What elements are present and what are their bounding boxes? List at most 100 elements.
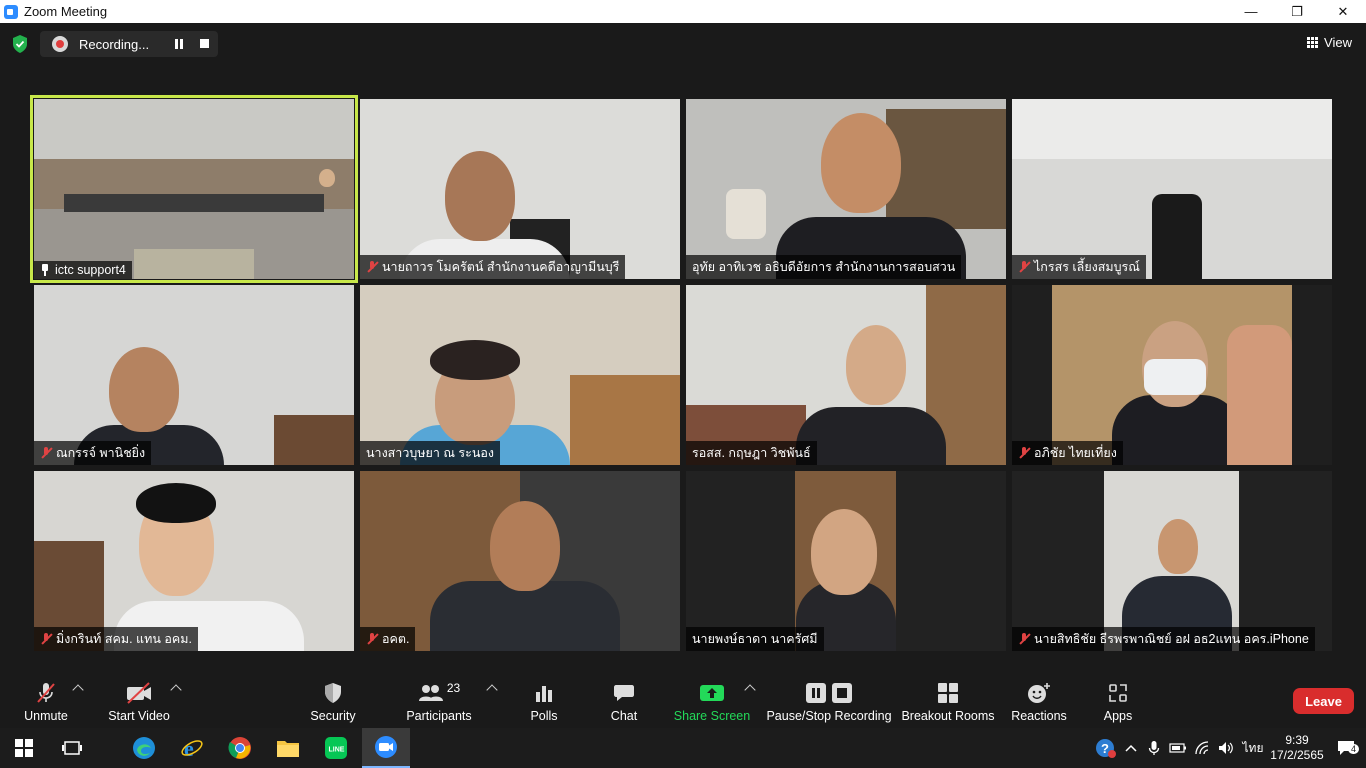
participants-button[interactable]: 23 Participants [404, 672, 474, 728]
chevron-up-icon[interactable] [1120, 744, 1142, 752]
video-tile[interactable]: รอสส. กฤษฎา วิชพันธ์ [686, 285, 1006, 465]
recording-icon [52, 36, 68, 52]
windows-taskbar: e LINE ? ไทย 9:39 17/2/2565 4 [0, 728, 1366, 768]
file-explorer-icon[interactable] [264, 728, 312, 768]
share-screen-button[interactable]: Share Screen [674, 672, 750, 728]
pause-stop-recording-label: Pause/Stop Recording [766, 709, 892, 723]
view-button[interactable]: View [1307, 35, 1352, 50]
start-video-button[interactable]: Start Video [104, 672, 174, 728]
participant-name: รอสส. กฤษฎา วิชพันธ์ [692, 446, 811, 460]
participant-name-tag: นายถาวร โมครัตน์ สำนักงานคดีอาญามีนบุรี [360, 255, 626, 279]
pause-stop-recording-button[interactable]: Pause/Stop Recording [766, 672, 892, 728]
pin-icon [40, 264, 50, 276]
participant-name-tag: นางสาวบุษยา ณ ระนอง [360, 441, 500, 465]
video-tile[interactable]: นางสาวบุษยา ณ ระนอง [360, 285, 680, 465]
video-tile[interactable]: อคต. [360, 471, 680, 651]
pause-recording-icon[interactable] [174, 39, 184, 49]
security-label: Security [310, 709, 356, 723]
video-tile[interactable]: ไกรสร เลี้ยงสมบูรณ์ [1012, 99, 1332, 279]
participants-label: Participants [406, 709, 472, 723]
system-tray: ? ไทย 9:39 17/2/2565 4 [1092, 728, 1366, 768]
clock[interactable]: 9:39 17/2/2565 [1268, 733, 1326, 763]
notifications-icon[interactable]: 4 [1326, 740, 1366, 756]
participant-name: ไกรสร เลี้ยงสมบูรณ์ [1034, 260, 1140, 274]
svg-text:?: ? [1101, 741, 1109, 756]
participant-name: นายพงษ์ธาดา นาครัศมี [692, 632, 818, 646]
participant-name-tag: มิ่งกรินท์ สคม. แทน อคม. [34, 627, 198, 651]
participant-name-tag: ictc support4 [34, 261, 132, 279]
muted-mic-icon [40, 447, 52, 459]
muted-mic-icon [1018, 261, 1030, 273]
video-tile[interactable]: อภิชัย ไทยเที่ยง [1012, 285, 1332, 465]
maximize-button[interactable]: ❐ [1274, 0, 1320, 23]
participant-name-tag: อุทัย อาทิเวช อธิบดีอัยการ สำนักงานการสอ… [686, 255, 962, 279]
participant-name-tag: ณกรรจ์ พานิชยิ่ง [34, 441, 152, 465]
notification-count: 4 [1348, 744, 1360, 754]
zoom-icon[interactable] [362, 728, 410, 768]
share-screen-label: Share Screen [673, 709, 751, 723]
audio-options-chevron-icon[interactable] [72, 684, 84, 696]
unmute-button[interactable]: Unmute [18, 672, 74, 728]
volume-icon[interactable] [1214, 741, 1238, 755]
participants-options-chevron-icon[interactable] [486, 684, 498, 696]
recording-label: Recording... [79, 36, 150, 52]
polls-button[interactable]: Polls [519, 672, 569, 728]
breakout-rooms-label: Breakout Rooms [901, 709, 995, 723]
chat-button[interactable]: Chat [599, 672, 649, 728]
line-icon[interactable]: LINE [312, 728, 360, 768]
video-tile[interactable]: นายพงษ์ธาดา นาครัศมี [686, 471, 1006, 651]
muted-microphone-icon [34, 680, 58, 706]
leave-button[interactable]: Leave [1293, 688, 1354, 714]
apps-button[interactable]: Apps [1096, 672, 1140, 728]
share-screen-arrow-icon [699, 680, 725, 706]
participant-name: นายถาวร โมครัตน์ สำนักงานคดีอาญามีนบุรี [382, 260, 620, 274]
video-tile[interactable]: ictc support4 [30, 95, 358, 283]
breakout-rooms-icon [937, 680, 959, 706]
window-controls: — ❐ ✕ [1228, 0, 1366, 23]
video-tile[interactable]: อุทัย อาทิเวช อธิบดีอัยการ สำนักงานการสอ… [686, 99, 1006, 279]
meeting-area: Recording... View ictc support4 นายถาวร … [0, 23, 1366, 728]
grid-icon [1307, 37, 1319, 48]
help-icon[interactable]: ? [1092, 737, 1120, 759]
muted-mic-icon [1018, 633, 1030, 645]
start-icon[interactable] [0, 728, 48, 768]
battery-icon[interactable] [1166, 743, 1190, 753]
stop-recording-icon[interactable] [200, 39, 209, 48]
video-tile[interactable]: นายถาวร โมครัตน์ สำนักงานคดีอาญามีนบุรี [360, 99, 680, 279]
participant-name: มิ่งกรินท์ สคม. แทน อคม. [56, 632, 192, 646]
chat-label: Chat [610, 709, 638, 723]
polls-label: Polls [530, 709, 558, 723]
ie-icon[interactable]: e [168, 728, 216, 768]
video-tile[interactable]: มิ่งกรินท์ สคม. แทน อคม. [34, 471, 354, 651]
breakout-rooms-button[interactable]: Breakout Rooms [901, 672, 995, 728]
start-video-label: Start Video [108, 709, 170, 723]
apps-label: Apps [1103, 709, 1133, 723]
participant-name: ictc support4 [55, 263, 126, 277]
wifi-icon[interactable] [1190, 741, 1214, 755]
chrome-icon[interactable] [216, 728, 264, 768]
apps-icon [1108, 680, 1128, 706]
chat-bubble-icon [613, 680, 635, 706]
encryption-shield-icon[interactable] [12, 35, 28, 53]
edge-icon[interactable] [120, 728, 168, 768]
window-titlebar: Zoom Meeting — ❐ ✕ [0, 0, 1366, 23]
minimize-button[interactable]: — [1228, 0, 1274, 23]
participants-count: 23 [446, 681, 461, 695]
video-off-icon [125, 680, 153, 706]
participant-name-tag: รอสส. กฤษฎา วิชพันธ์ [686, 441, 817, 465]
close-button[interactable]: ✕ [1320, 0, 1366, 23]
video-tile[interactable]: ณกรรจ์ พานิชยิ่ง [34, 285, 354, 465]
input-language[interactable]: ไทย [1238, 739, 1268, 758]
participant-name: ณกรรจ์ พานิชยิ่ง [56, 446, 146, 460]
reactions-button[interactable]: Reactions [1009, 672, 1069, 728]
video-tile[interactable]: นายสิทธิชัย ธีรพรพาณิชย์ อฝ อธ2แทน อคร.i… [1012, 471, 1332, 651]
participant-name-tag: อภิชัย ไทยเที่ยง [1012, 441, 1123, 465]
microphone-icon[interactable] [1142, 740, 1166, 756]
pause-stop-recording-icon [805, 680, 853, 706]
task-view-icon[interactable] [48, 728, 96, 768]
participant-name: นายสิทธิชัย ธีรพรพาณิชย์ อฝ อธ2แทน อคร.i… [1034, 632, 1309, 646]
participant-name-tag: นายพงษ์ธาดา นาครัศมี [686, 627, 824, 651]
unmute-label: Unmute [24, 709, 68, 723]
recording-indicator: Recording... [40, 31, 218, 57]
security-button[interactable]: Security [305, 672, 361, 728]
